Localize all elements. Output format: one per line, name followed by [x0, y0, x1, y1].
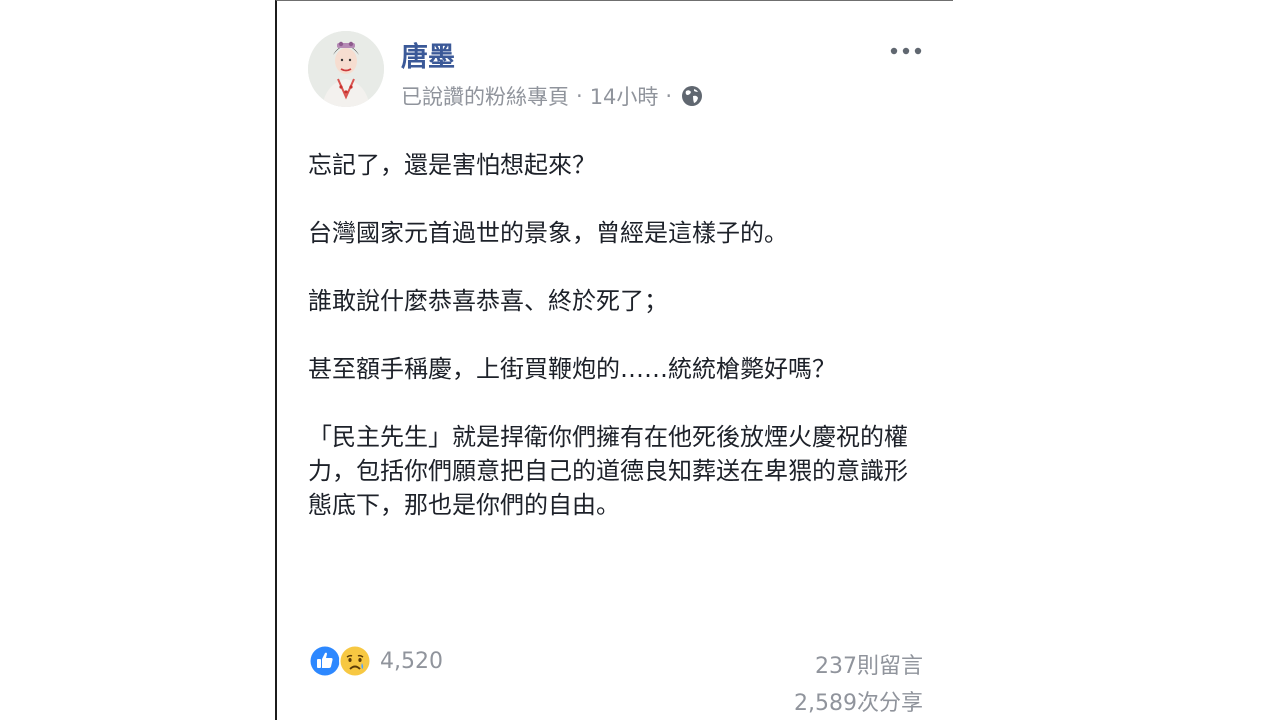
post-paragraph: 台灣國家元首過世的景象，曾經是這樣子的。 — [308, 219, 788, 247]
reactions-summary[interactable]: 4,520 — [308, 643, 443, 679]
avatar[interactable] — [308, 31, 384, 107]
page: 唐墨 已說讚的粉絲專頁 · 14小時 · 忘記了，還是害怕想起來？ 台灣國家元首… — [0, 0, 1280, 720]
post-paragraph: 誰敢說什麼恭喜恭喜、終於死了； — [308, 287, 668, 315]
avatar-image — [308, 31, 384, 107]
comments-count[interactable]: 237則留言 — [815, 648, 923, 680]
facebook-post: 唐墨 已說讚的粉絲專頁 · 14小時 · 忘記了，還是害怕想起來？ 台灣國家元首… — [275, 0, 953, 720]
post-body: 忘記了，還是害怕想起來？ 台灣國家元首過世的景象，曾經是這樣子的。 誰敢說什麼恭… — [308, 148, 908, 556]
post-meta: 已說讚的粉絲專頁 · 14小時 · — [401, 81, 703, 111]
reaction-count: 4,520 — [380, 648, 443, 674]
meta-separator: · — [576, 84, 583, 108]
sad-icon — [339, 645, 371, 677]
author-name[interactable]: 唐墨 — [401, 35, 455, 74]
post-paragraph: 忘記了，還是害怕想起來？ — [308, 151, 596, 179]
post-paragraph: 甚至額手稱慶，上街買鞭炮的……統統槍斃好嗎？ — [308, 355, 836, 383]
page-liked-label[interactable]: 已說讚的粉絲專頁 — [401, 81, 569, 111]
post-paragraph: 「民主先生」就是捍衛你們擁有在他死後放煙火慶祝的權力，包括你們願意把自己的道德良… — [308, 423, 908, 519]
post-timestamp[interactable]: 14小時 — [590, 81, 659, 111]
like-icon — [309, 645, 341, 677]
globe-icon[interactable] — [681, 85, 703, 107]
shares-count[interactable]: 2,589次分享 — [794, 685, 923, 717]
meta-separator: · — [665, 84, 673, 108]
ellipsis-icon[interactable] — [889, 41, 923, 61]
